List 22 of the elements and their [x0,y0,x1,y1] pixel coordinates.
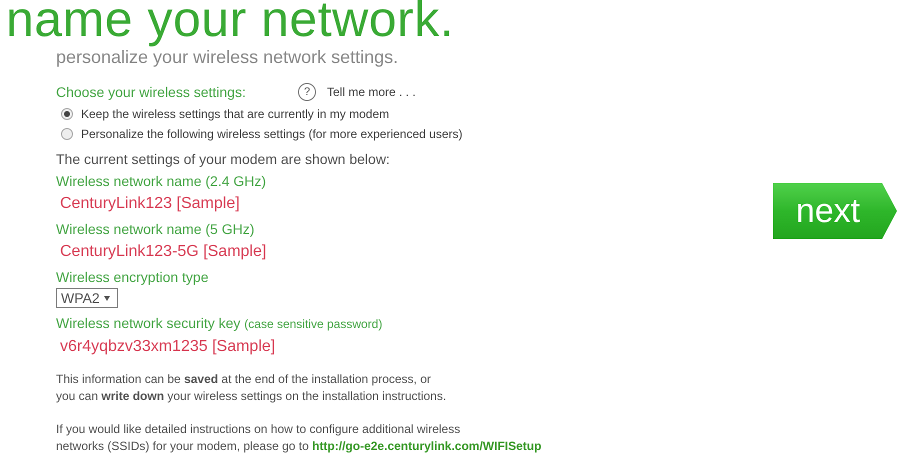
caret-icon [104,296,110,300]
field-value: CenturyLink123 [Sample] [60,194,240,214]
field-value: v6r4yqbzv33xm1235 [Sample] [60,337,276,357]
help-link[interactable]: Tell me more . . . [327,83,416,101]
instructions-paragraph: If you would like detailed instructions on how to configure additional wireless networks (SSIDs) for your modem, please go to http://go-e2e.centurylink.com/WIFISetup [56,421,542,455]
field-note: (case sensitive password) [244,317,382,331]
option-label: Personalize the following wireless settings (for more experienced users) [81,126,463,143]
field-label: Wireless encryption type [56,268,210,286]
field-label: Wireless network name (2.4 GHz) [56,172,268,190]
field-label: Wireless network security key [56,315,240,331]
section-label: Choose your wireless settings: [56,82,247,102]
help-icon[interactable]: ? [298,83,316,101]
option-label: Keep the wireless settings that are currently in my modem [81,106,390,123]
radio-button[interactable] [61,128,73,140]
info-paragraph: This information can be saved at the end of the installation process, or you can write down your wireless settings on the installation instructions. [56,371,446,405]
section-heading: The current settings of your modem are shown below: [56,150,391,168]
setup-link[interactable]: http://go-e2e.centurylink.com/WIFISetup [312,439,542,453]
radio-button[interactable] [61,108,73,120]
page-subtitle: personalize your wireless network settings. [56,46,400,68]
encryption-dropdown[interactable]: WPA2 [56,288,118,308]
field-value: CenturyLink123-5G [Sample] [60,242,266,262]
field-label: Wireless network name (5 GHz) [56,220,256,238]
